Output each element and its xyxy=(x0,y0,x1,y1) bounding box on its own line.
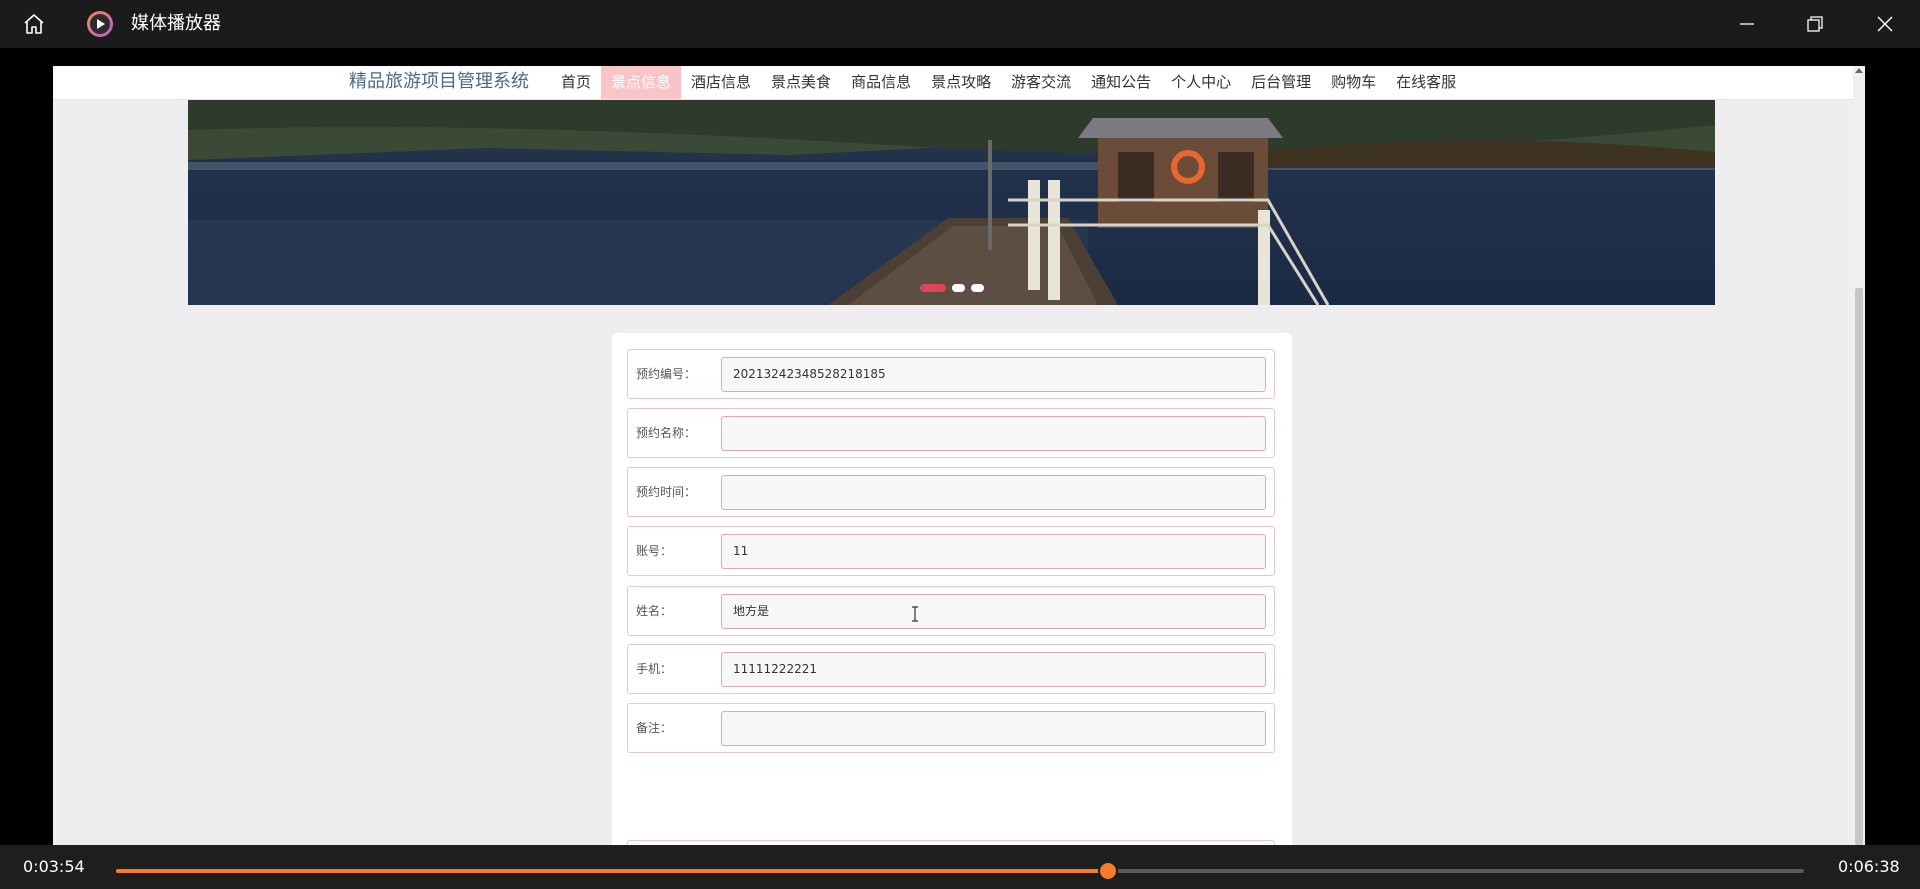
nav-item[interactable]: 酒店信息 xyxy=(681,66,761,99)
app-title: 媒体播放器 xyxy=(131,13,221,34)
nav-item[interactable]: 景点美食 xyxy=(761,66,841,99)
banner-dot[interactable] xyxy=(971,284,984,292)
field-label: 姓名： xyxy=(636,604,673,618)
form-row: 备注： xyxy=(627,703,1275,753)
top-nav: 精品旅游项目管理系统 首页 景点信息 酒店信息 景点美食 商品信息 景点攻略 游客交流 通知公… xyxy=(53,66,1865,100)
scroll-up-arrow-icon[interactable] xyxy=(1855,68,1863,73)
booking-form: 预约编号： 20213242348528218185 预约名称： 预约时间： 账号： 11… xyxy=(612,333,1292,845)
field-input[interactable]: 地方是 xyxy=(721,594,1266,629)
form-row: 账号： 11 xyxy=(627,526,1275,576)
restore-icon[interactable] xyxy=(1803,12,1827,36)
field-input[interactable]: 11 xyxy=(721,534,1266,569)
video-area: 精品旅游项目管理系统 首页 景点信息 酒店信息 景点美食 商品信息 景点攻略 游客交流 通知公… xyxy=(0,48,1920,845)
form-row: 预约名称： xyxy=(627,408,1275,458)
seek-bar-progress xyxy=(116,869,1109,873)
nav-item[interactable]: 游客交流 xyxy=(1001,66,1081,99)
field-label: 手机： xyxy=(636,662,673,676)
page-scrollbar[interactable] xyxy=(1853,66,1865,845)
nav-item[interactable]: 通知公告 xyxy=(1081,66,1161,99)
web-page: 精品旅游项目管理系统 首页 景点信息 酒店信息 景点美食 商品信息 景点攻略 游客交流 通知公… xyxy=(53,66,1865,845)
site-title: 精品旅游项目管理系统 xyxy=(349,71,529,92)
close-icon[interactable] xyxy=(1873,12,1897,36)
form-row: 预约编号： 20213242348528218185 xyxy=(627,349,1275,399)
title-bar: 媒体播放器 xyxy=(0,0,1920,48)
form-row: 手机： 11111222221 xyxy=(627,644,1275,694)
player-controls: 0:03:54 0:06:38 xyxy=(0,845,1920,889)
nav-item[interactable]: 后台管理 xyxy=(1241,66,1321,99)
nav-item[interactable]: 个人中心 xyxy=(1161,66,1241,99)
seek-bar-thumb[interactable] xyxy=(1098,861,1119,881)
nav-item[interactable]: 购物车 xyxy=(1321,66,1386,99)
banner-dot[interactable] xyxy=(952,284,965,292)
nav-item[interactable]: 首页 xyxy=(551,66,601,99)
media-player-logo-icon xyxy=(87,11,113,37)
nav-menu: 首页 景点信息 酒店信息 景点美食 商品信息 景点攻略 游客交流 通知公告 个人中心 后台管理 购物… xyxy=(551,66,1466,99)
scrollbar-thumb[interactable] xyxy=(1855,288,1863,845)
field-input[interactable] xyxy=(721,711,1266,746)
banner-dots xyxy=(920,284,984,292)
field-label: 预约编号： xyxy=(636,367,697,381)
current-time: 0:03:54 xyxy=(23,857,85,876)
field-label: 预约时间： xyxy=(636,485,697,499)
minimize-icon[interactable] xyxy=(1735,12,1759,36)
field-label: 预约名称： xyxy=(636,426,697,440)
seek-bar[interactable] xyxy=(116,861,1804,881)
form-row: 预约时间： xyxy=(627,467,1275,517)
field-input[interactable]: 20213242348528218185 xyxy=(721,357,1266,392)
field-input[interactable] xyxy=(721,416,1266,451)
nav-item[interactable]: 景点信息 xyxy=(601,66,682,99)
text-cursor-icon xyxy=(912,606,918,622)
nav-item[interactable]: 在线客服 xyxy=(1386,66,1466,99)
banner-image[interactable] xyxy=(188,100,1715,305)
field-label: 账号： xyxy=(636,544,673,558)
field-label: 备注： xyxy=(636,721,673,735)
home-icon[interactable] xyxy=(22,12,46,36)
field-input[interactable]: 11111222221 xyxy=(721,652,1266,687)
nav-item[interactable]: 景点攻略 xyxy=(921,66,1001,99)
form-row: 姓名： 地方是 xyxy=(627,586,1275,636)
field-input[interactable] xyxy=(721,475,1266,510)
nav-item[interactable]: 商品信息 xyxy=(841,66,921,99)
total-time: 0:06:38 xyxy=(1838,857,1900,876)
banner-dot[interactable] xyxy=(920,284,946,292)
